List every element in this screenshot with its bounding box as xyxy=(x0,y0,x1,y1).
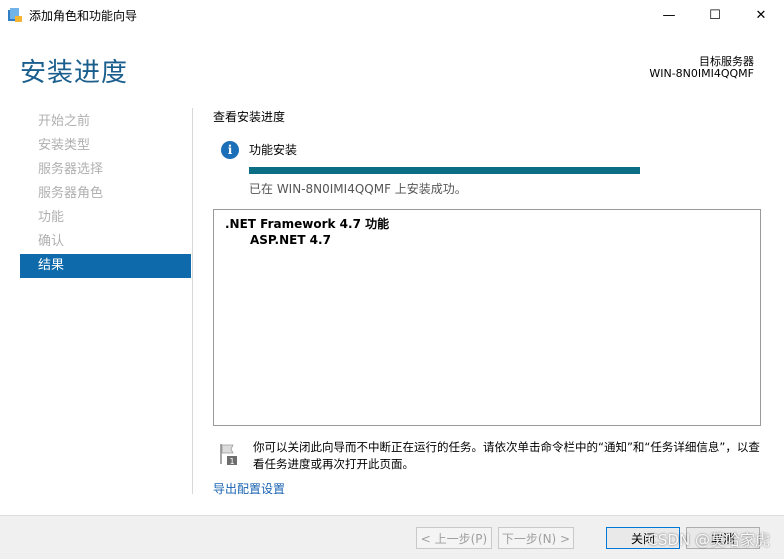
nav-item-before-you-begin[interactable]: 开始之前 xyxy=(20,110,191,134)
feature-item: .NET Framework 4.7 功能 xyxy=(225,217,390,231)
minimize-button[interactable]: — xyxy=(646,0,692,30)
progress-title: 功能安装 xyxy=(249,143,298,157)
next-button[interactable]: 下一步(N) > xyxy=(498,527,574,549)
maximize-icon: ☐ xyxy=(709,7,721,23)
nav-item-installation-type[interactable]: 安装类型 xyxy=(20,134,191,158)
sidebar-divider xyxy=(192,108,193,494)
window-title: 添加角色和功能向导 xyxy=(29,9,138,23)
nav-item-results[interactable]: 结果 xyxy=(20,254,191,278)
previous-button[interactable]: < 上一步(P) xyxy=(416,527,492,549)
nav-item-confirmation[interactable]: 确认 xyxy=(20,230,191,254)
title-bar: 添加角色和功能向导 — ☐ ✕ xyxy=(0,0,784,30)
section-title: 查看安装进度 xyxy=(213,110,286,124)
progress-bar xyxy=(249,167,640,174)
info-note: 你可以关闭此向导而不中断正在运行的任务。请依次单击命令栏中的“通知”和“任务详细… xyxy=(253,440,760,471)
server-manager-icon xyxy=(8,8,22,22)
svg-text:1: 1 xyxy=(229,457,234,466)
close-window-button[interactable]: ✕ xyxy=(738,0,784,30)
info-icon: i xyxy=(221,141,239,159)
nav-item-server-roles[interactable]: 服务器角色 xyxy=(20,182,191,206)
nav-item-features[interactable]: 功能 xyxy=(20,206,191,230)
watermark: CSDN @莫哈家虎 xyxy=(647,531,770,549)
wizard-header: 安装进度 目标服务器 WIN-8N0IMI4QQMF xyxy=(0,30,784,98)
export-config-link[interactable]: 导出配置设置 xyxy=(213,480,285,497)
page-title: 安装进度 xyxy=(20,58,129,88)
target-server-name: WIN-8N0IMI4QQMF xyxy=(649,67,754,80)
sub-feature-item: ASP.NET 4.7 xyxy=(250,233,331,247)
install-status-text: 已在 WIN-8N0IMI4QQMF 上安装成功。 xyxy=(249,182,467,196)
minimize-icon: — xyxy=(662,7,676,23)
progress-bar-fill xyxy=(249,167,640,174)
nav-item-server-selection[interactable]: 服务器选择 xyxy=(20,158,191,182)
results-list[interactable]: .NET Framework 4.7 功能 ASP.NET 4.7 xyxy=(213,209,761,426)
close-icon: ✕ xyxy=(755,7,767,23)
maximize-button[interactable]: ☐ xyxy=(692,0,738,30)
wizard-steps-nav: 开始之前 安装类型 服务器选择 服务器角色 功能 确认 结果 xyxy=(20,110,191,278)
flag-notification-icon: 1 xyxy=(220,444,237,466)
